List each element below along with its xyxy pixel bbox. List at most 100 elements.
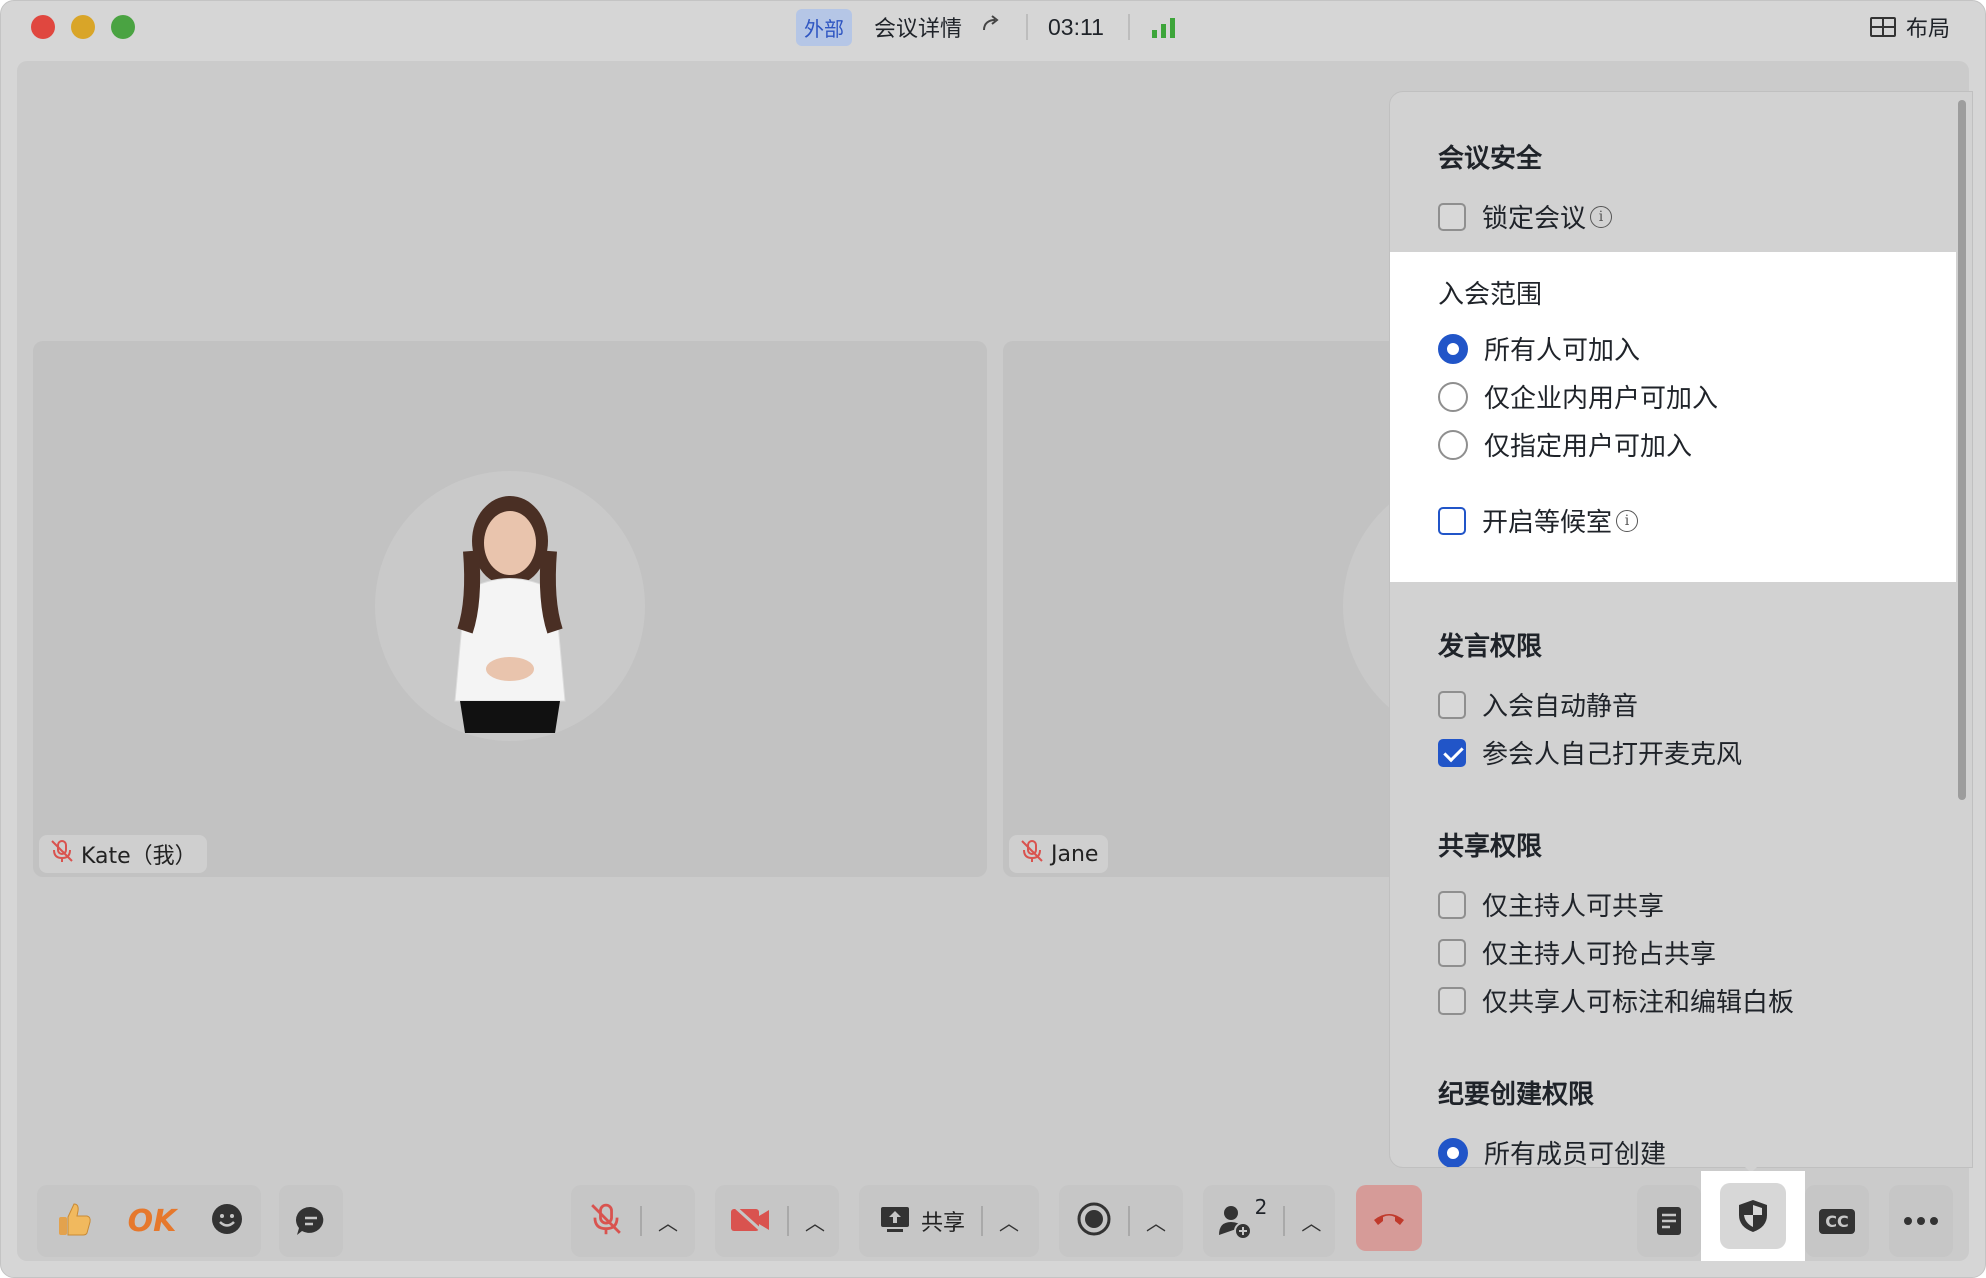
lock-meeting-option[interactable]: 锁定会议 i <box>1438 198 1613 235</box>
share-screen-icon[interactable] <box>879 1204 911 1238</box>
panel-scrollbar[interactable] <box>1958 100 1966 800</box>
share-link-icon[interactable] <box>980 13 1002 41</box>
option-label: 仅共享人可标注和编辑白板 <box>1482 988 1795 1018</box>
option-label: 所有人可加入 <box>1484 336 1641 366</box>
checkbox[interactable] <box>1438 738 1466 767</box>
host-preempt-share-option[interactable]: 仅主持人可抢占共享 <box>1438 934 1716 971</box>
divider <box>1128 1206 1130 1236</box>
hang-up-icon <box>1374 1214 1404 1225</box>
camera-off-icon[interactable] <box>729 1203 771 1239</box>
shield-icon <box>1739 1200 1767 1232</box>
meeting-timer: 03:11 <box>1048 13 1104 40</box>
waiting-room-checkbox[interactable] <box>1438 506 1466 535</box>
radio-button[interactable] <box>1438 381 1468 412</box>
mic-muted-icon <box>1019 838 1045 870</box>
divider <box>981 1206 983 1236</box>
speak-permission-title: 发言权限 <box>1438 632 1543 662</box>
waiting-room-option[interactable]: 开启等候室 i <box>1438 502 1639 539</box>
security-button[interactable] <box>1701 1171 1805 1261</box>
checkbox[interactable] <box>1438 890 1466 919</box>
close-window-button[interactable] <box>31 15 55 39</box>
join-scope-option-specified[interactable]: 仅指定用户可加入 <box>1438 426 1692 463</box>
auto-mute-option[interactable]: 入会自动静音 <box>1438 686 1638 723</box>
layout-label: 布局 <box>1905 17 1950 42</box>
minutes-button[interactable] <box>1637 1185 1701 1257</box>
radio-button[interactable] <box>1438 333 1468 364</box>
share-permission-title: 共享权限 <box>1438 832 1543 862</box>
grid-layout-icon <box>1869 17 1896 37</box>
external-tag: 外部 <box>796 8 852 46</box>
meeting-window: 外部 会议详情 03:11 布局 Kate（我） Jane 会议安全 锁定会议 … <box>0 0 1986 1278</box>
checkbox[interactable] <box>1438 938 1466 967</box>
more-button[interactable] <box>1889 1185 1953 1257</box>
self-unmute-option[interactable]: 参会人自己打开麦克风 <box>1438 734 1742 771</box>
emoji-icon[interactable] <box>210 1202 244 1240</box>
option-label: 入会自动静音 <box>1482 692 1639 722</box>
microphone-group: ︿ <box>571 1185 695 1257</box>
reactions-group: OK <box>37 1185 261 1257</box>
record-options-chevron-up-icon[interactable]: ︿ <box>1146 1207 1166 1236</box>
option-label: 参会人自己打开麦克风 <box>1482 740 1743 770</box>
record-icon[interactable] <box>1076 1201 1112 1241</box>
option-label: 仅主持人可抢占共享 <box>1482 940 1717 970</box>
meeting-security-title: 会议安全 <box>1438 144 1543 174</box>
camera-options-chevron-up-icon[interactable]: ︿ <box>805 1207 825 1236</box>
meeting-details-link[interactable]: 会议详情 <box>874 11 962 43</box>
document-icon <box>1657 1207 1681 1235</box>
security-button-inner <box>1720 1183 1786 1249</box>
checkbox[interactable] <box>1438 986 1466 1015</box>
meeting-info-bar: 外部 会议详情 03:11 <box>796 8 1175 46</box>
sharer-annotate-option[interactable]: 仅共享人可标注和编辑白板 <box>1438 982 1794 1019</box>
lock-meeting-checkbox[interactable] <box>1438 202 1466 231</box>
radio-button[interactable] <box>1438 1137 1468 1167</box>
more-options-icon <box>1904 1217 1938 1225</box>
layout-button[interactable]: 布局 <box>1869 11 1950 43</box>
divider <box>1127 14 1130 40</box>
mic-muted-icon[interactable] <box>588 1201 624 1241</box>
chat-bubble-icon <box>296 1206 324 1235</box>
mic-muted-icon <box>49 838 75 870</box>
participant-name: Jane <box>1051 841 1099 867</box>
checkbox[interactable] <box>1438 690 1466 719</box>
signal-strength-icon[interactable] <box>1151 16 1175 38</box>
participant-nametag: Kate（我） <box>39 835 207 873</box>
all-members-create-option[interactable]: 所有成员可创建 <box>1438 1134 1667 1168</box>
meeting-toolbar: OK ︿ ︿ 共享 ︿ ︿ 2 ︿ CC <box>1 1171 1985 1277</box>
option-label: 所有成员可创建 <box>1484 1140 1667 1168</box>
waiting-room-label: 开启等候室 <box>1482 508 1613 538</box>
mic-options-chevron-up-icon[interactable]: ︿ <box>658 1207 678 1236</box>
join-scope-title: 入会范围 <box>1438 280 1543 310</box>
info-icon[interactable]: i <box>1590 205 1613 228</box>
closed-captions-icon: CC <box>1819 1208 1855 1234</box>
person-avatar-icon <box>454 496 566 733</box>
share-options-chevron-up-icon[interactable]: ︿ <box>999 1207 1019 1236</box>
radio-button[interactable] <box>1438 429 1468 460</box>
join-scope-option-internal[interactable]: 仅企业内用户可加入 <box>1438 378 1718 415</box>
participants-group: 2 ︿ <box>1203 1185 1335 1257</box>
option-label: 仅企业内用户可加入 <box>1484 384 1719 414</box>
share-group: 共享 ︿ <box>859 1185 1039 1257</box>
title-bar: 外部 会议详情 03:11 布局 <box>1 1 1985 53</box>
divider <box>1026 14 1029 40</box>
thumbs-up-icon[interactable] <box>54 1199 94 1243</box>
zoom-window-button[interactable] <box>111 15 135 39</box>
join-scope-option-everyone[interactable]: 所有人可加入 <box>1438 330 1640 367</box>
ok-reaction-icon[interactable]: OK <box>128 1204 177 1239</box>
security-settings-panel: 会议安全 锁定会议 i 入会范围 所有人可加入 仅企业内用户可加入 仅指定用户可… <box>1389 91 1973 1168</box>
divider <box>787 1206 789 1236</box>
participants-icon[interactable]: 2 <box>1217 1195 1267 1239</box>
divider <box>1283 1206 1286 1236</box>
leave-meeting-button[interactable] <box>1356 1185 1422 1251</box>
option-label: 仅指定用户可加入 <box>1484 432 1693 462</box>
minutes-permission-title: 纪要创建权限 <box>1438 1080 1595 1110</box>
lock-meeting-label: 锁定会议 <box>1482 204 1587 234</box>
info-icon[interactable]: i <box>1616 509 1639 532</box>
participant-tile-kate[interactable]: Kate（我） <box>33 341 987 877</box>
captions-button[interactable]: CC <box>1805 1185 1869 1257</box>
share-label[interactable]: 共享 <box>921 1205 965 1237</box>
option-label: 仅主持人可共享 <box>1482 892 1665 922</box>
minimize-window-button[interactable] <box>71 15 95 39</box>
host-only-share-option[interactable]: 仅主持人可共享 <box>1438 886 1664 923</box>
participants-options-chevron-up-icon[interactable]: ︿ <box>1301 1207 1321 1236</box>
chat-button[interactable] <box>279 1185 343 1257</box>
